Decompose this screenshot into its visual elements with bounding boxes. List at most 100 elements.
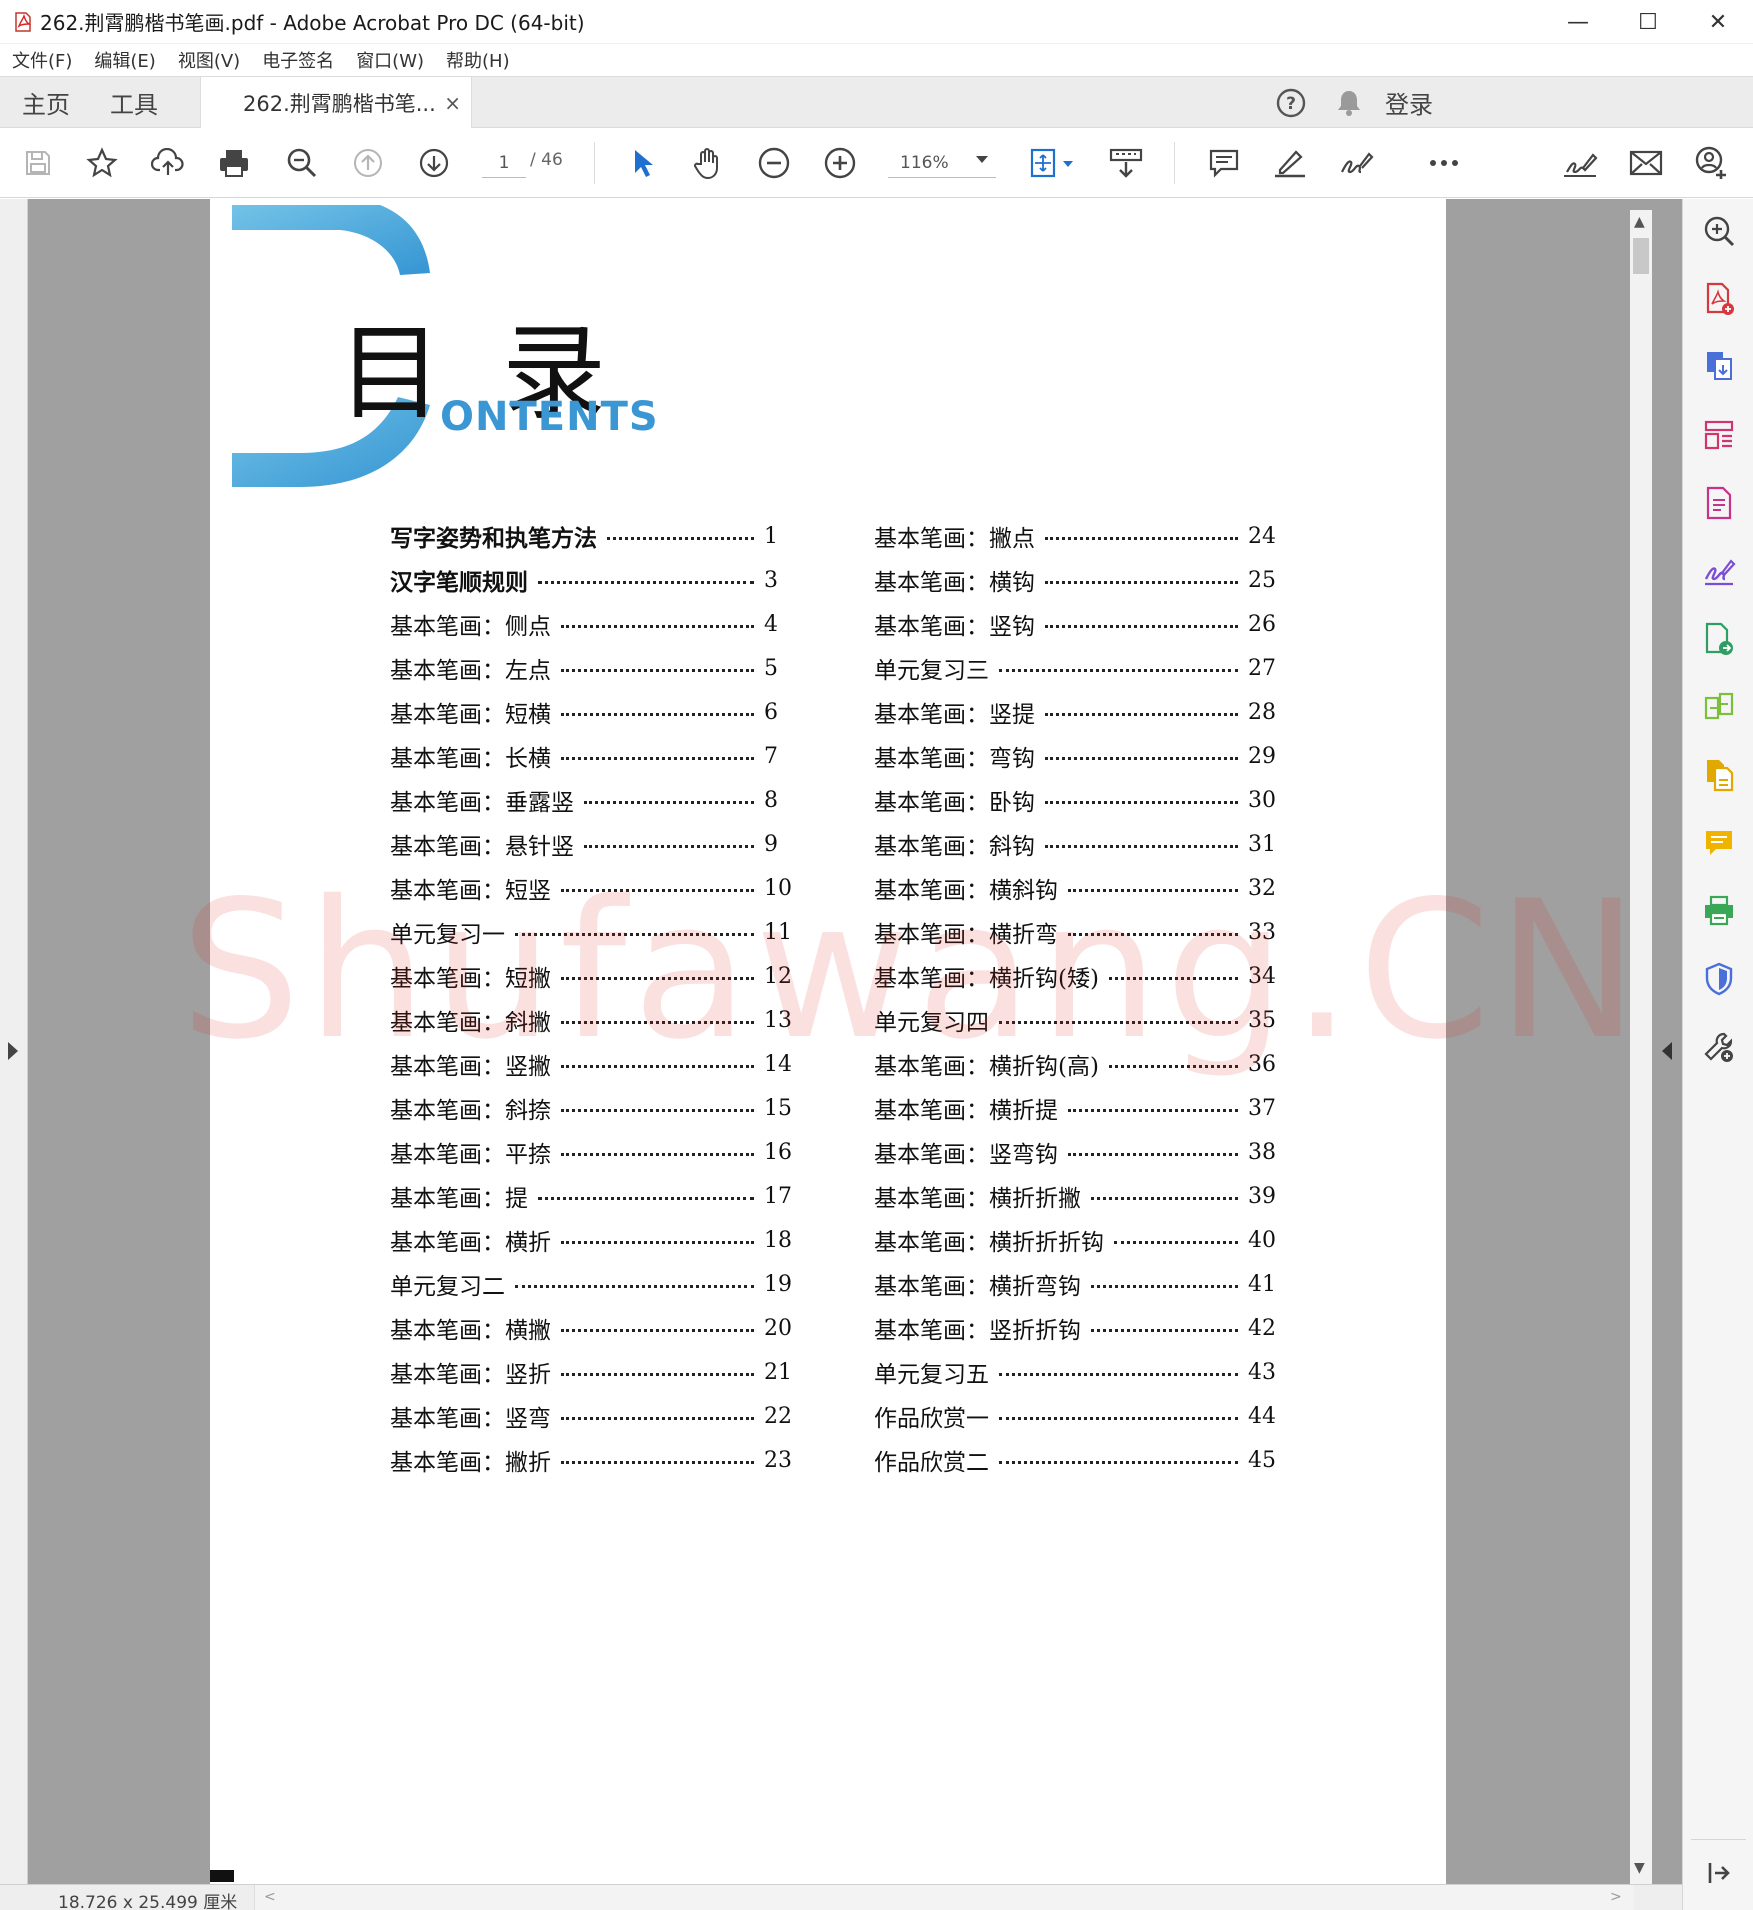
add-user-icon[interactable] bbox=[1692, 143, 1732, 183]
toc-entry[interactable]: 单元复习四 35 bbox=[874, 1000, 1294, 1040]
organize-pages-icon[interactable] bbox=[1701, 417, 1737, 453]
toc-entry[interactable]: 基本笔画：垂露竖 8 bbox=[390, 780, 810, 820]
more-tools-icon[interactable] bbox=[1701, 1029, 1737, 1065]
toc-entry[interactable]: 基本笔画：竖折 21 bbox=[390, 1352, 810, 1392]
toc-entry[interactable]: 作品欣赏一 44 bbox=[874, 1396, 1294, 1436]
menu-esign[interactable]: 电子签名 bbox=[262, 47, 334, 73]
toc-entry[interactable]: 基本笔画：短撇 12 bbox=[390, 956, 810, 996]
toc-entry[interactable]: 基本笔画：撇点 24 bbox=[874, 516, 1294, 556]
tab-tools[interactable]: 工具 bbox=[110, 77, 158, 128]
toc-entry[interactable]: 单元复习五 43 bbox=[874, 1352, 1294, 1392]
menu-edit[interactable]: 编辑(E) bbox=[94, 47, 155, 73]
scroll-thumb[interactable] bbox=[1633, 238, 1649, 274]
upload-icon[interactable] bbox=[148, 143, 188, 183]
combine-files-icon[interactable] bbox=[1701, 757, 1737, 793]
toc-entry[interactable]: 基本笔画：短横 6 bbox=[390, 692, 810, 732]
star-icon[interactable] bbox=[82, 143, 122, 183]
comment-tool-icon[interactable] bbox=[1701, 825, 1737, 861]
toc-entry[interactable]: 基本笔画：卧钩 30 bbox=[874, 780, 1294, 820]
comment-icon[interactable] bbox=[1204, 143, 1244, 183]
search-icon[interactable] bbox=[282, 143, 322, 183]
toc-entry[interactable]: 基本笔画：竖折折钩 42 bbox=[874, 1308, 1294, 1348]
toc-entry[interactable]: 单元复习三 27 bbox=[874, 648, 1294, 688]
collapse-right-pane-icon[interactable] bbox=[1662, 1042, 1672, 1060]
toc-entry[interactable]: 基本笔画：竖弯钩 38 bbox=[874, 1132, 1294, 1172]
scroll-down-icon[interactable]: ▼ bbox=[1634, 1860, 1645, 1876]
scroll-mode-icon[interactable] bbox=[1106, 143, 1146, 183]
zoom-out-icon[interactable] bbox=[754, 143, 794, 183]
zoom-in-icon[interactable] bbox=[820, 143, 860, 183]
toc-entry[interactable]: 作品欣赏二 45 bbox=[874, 1440, 1294, 1480]
toc-entry[interactable]: 基本笔画：横撇 20 bbox=[390, 1308, 810, 1348]
minimize-button[interactable]: — bbox=[1543, 0, 1613, 44]
menu-file[interactable]: 文件(F) bbox=[12, 47, 72, 73]
email-icon[interactable] bbox=[1626, 143, 1666, 183]
toc-entry[interactable]: 基本笔画：竖撇 14 bbox=[390, 1044, 810, 1084]
edit-pdf-icon[interactable] bbox=[1701, 485, 1737, 521]
toc-entry[interactable]: 单元复习二 19 bbox=[390, 1264, 810, 1304]
page-number-input[interactable]: 1 bbox=[482, 148, 526, 178]
print-production-icon[interactable] bbox=[1701, 893, 1737, 929]
protect-shield-icon[interactable] bbox=[1701, 961, 1737, 997]
toc-entry[interactable]: 基本笔画：长横 7 bbox=[390, 736, 810, 776]
zoom-tool-icon[interactable] bbox=[1701, 213, 1737, 249]
close-window-button[interactable]: ✕ bbox=[1683, 0, 1753, 44]
collapse-tools-pane-icon[interactable] bbox=[1701, 1855, 1737, 1891]
toc-entry[interactable]: 基本笔画：斜钩 31 bbox=[874, 824, 1294, 864]
toc-entry[interactable]: 基本笔画：竖钩 26 bbox=[874, 604, 1294, 644]
menu-help[interactable]: 帮助(H) bbox=[446, 47, 510, 73]
print-icon[interactable] bbox=[214, 143, 254, 183]
highlight-icon[interactable] bbox=[1270, 143, 1310, 183]
toc-entry[interactable]: 单元复习一 11 bbox=[390, 912, 810, 952]
sign-icon[interactable] bbox=[1336, 143, 1376, 183]
toc-entry[interactable]: 基本笔画：弯钩 29 bbox=[874, 736, 1294, 776]
menu-view[interactable]: 视图(V) bbox=[178, 47, 240, 73]
toc-entry[interactable]: 基本笔画：横折弯钩 41 bbox=[874, 1264, 1294, 1304]
export-pdf-icon[interactable] bbox=[1701, 349, 1737, 385]
share-link-icon[interactable] bbox=[1560, 143, 1600, 183]
toc-entry[interactable]: 基本笔画：横折钩(高) 36 bbox=[874, 1044, 1294, 1084]
toc-entry[interactable]: 基本笔画：横折提 37 bbox=[874, 1088, 1294, 1128]
toc-entry[interactable]: 基本笔画：横折折撇 39 bbox=[874, 1176, 1294, 1216]
select-cursor-icon[interactable] bbox=[622, 143, 662, 183]
scroll-up-icon[interactable]: ▲ bbox=[1634, 214, 1645, 230]
toc-entry[interactable]: 基本笔画：提 17 bbox=[390, 1176, 810, 1216]
toc-entry[interactable]: 基本笔画：横斜钩 32 bbox=[874, 868, 1294, 908]
zoom-select[interactable]: 116% bbox=[888, 148, 996, 178]
toc-entry[interactable]: 基本笔画：横钩 25 bbox=[874, 560, 1294, 600]
prev-page-icon[interactable] bbox=[348, 143, 388, 183]
toc-entry[interactable]: 基本笔画：侧点 4 bbox=[390, 604, 810, 644]
login-button[interactable]: 登录 bbox=[1385, 77, 1433, 128]
toc-entry[interactable]: 基本笔画：竖提 28 bbox=[874, 692, 1294, 732]
horizontal-scrollbar[interactable] bbox=[254, 1885, 1634, 1910]
save-icon[interactable] bbox=[18, 143, 58, 183]
toc-entry[interactable]: 基本笔画：撇折 23 bbox=[390, 1440, 810, 1480]
help-icon[interactable]: ? bbox=[1275, 77, 1307, 128]
compare-files-icon[interactable] bbox=[1701, 689, 1737, 725]
toc-entry[interactable]: 基本笔画：短竖 10 bbox=[390, 868, 810, 908]
toc-entry[interactable]: 写字姿势和执笔方法 1 bbox=[390, 516, 810, 556]
toc-entry[interactable]: 基本笔画：斜捺 15 bbox=[390, 1088, 810, 1128]
scroll-left-icon[interactable]: < bbox=[264, 1889, 276, 1905]
toc-entry[interactable]: 基本笔画：横折 18 bbox=[390, 1220, 810, 1260]
more-icon[interactable] bbox=[1424, 143, 1464, 183]
bell-icon[interactable] bbox=[1335, 77, 1363, 128]
fill-sign-icon[interactable] bbox=[1701, 553, 1737, 589]
menu-window[interactable]: 窗口(W) bbox=[356, 47, 424, 73]
toc-entry[interactable]: 汉字笔顺规则 3 bbox=[390, 560, 810, 600]
toc-entry[interactable]: 基本笔画：竖弯 22 bbox=[390, 1396, 810, 1436]
scroll-right-icon[interactable]: > bbox=[1610, 1889, 1622, 1905]
fit-page-icon[interactable] bbox=[1024, 143, 1080, 183]
tab-close-button[interactable]: × bbox=[444, 91, 461, 115]
vertical-scrollbar[interactable]: ▲ ▼ bbox=[1630, 210, 1652, 1884]
create-pdf-icon[interactable] bbox=[1701, 281, 1737, 317]
toc-entry[interactable]: 基本笔画：横折钩(矮) 34 bbox=[874, 956, 1294, 996]
toc-entry[interactable]: 基本笔画：左点 5 bbox=[390, 648, 810, 688]
maximize-button[interactable]: ☐ bbox=[1613, 0, 1683, 44]
expand-left-pane-icon[interactable] bbox=[8, 1042, 18, 1060]
hand-icon[interactable] bbox=[688, 143, 728, 183]
toc-entry[interactable]: 基本笔画：平捺 16 bbox=[390, 1132, 810, 1172]
send-for-review-icon[interactable] bbox=[1701, 621, 1737, 657]
tab-document[interactable]: 262.荆霄鹏楷书笔... × bbox=[200, 77, 472, 129]
toc-entry[interactable]: 基本笔画：横折弯 33 bbox=[874, 912, 1294, 952]
